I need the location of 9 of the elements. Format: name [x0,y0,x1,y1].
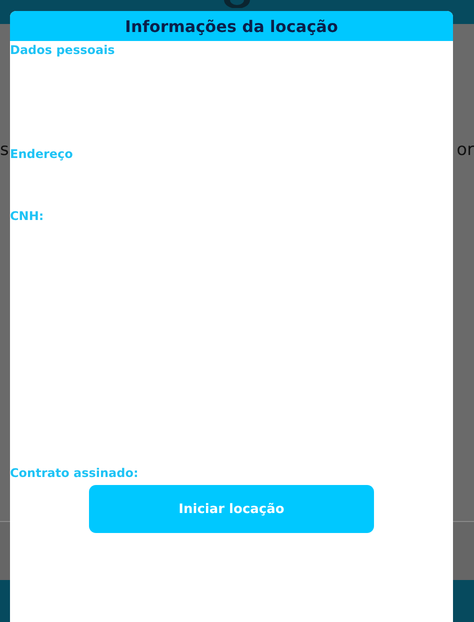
section-label: Dados pessoais [10,43,115,57]
section-label: Endereço [10,147,73,161]
modal-title: Informações da locação [10,11,453,41]
background-text: s [0,142,9,159]
section-label: CNH: [10,209,44,223]
background-text: or [456,142,474,159]
section-label: Contrato assinado: [10,466,138,480]
start-rental-button[interactable]: Iniciar locação [89,485,374,533]
logo-icon [222,0,252,8]
